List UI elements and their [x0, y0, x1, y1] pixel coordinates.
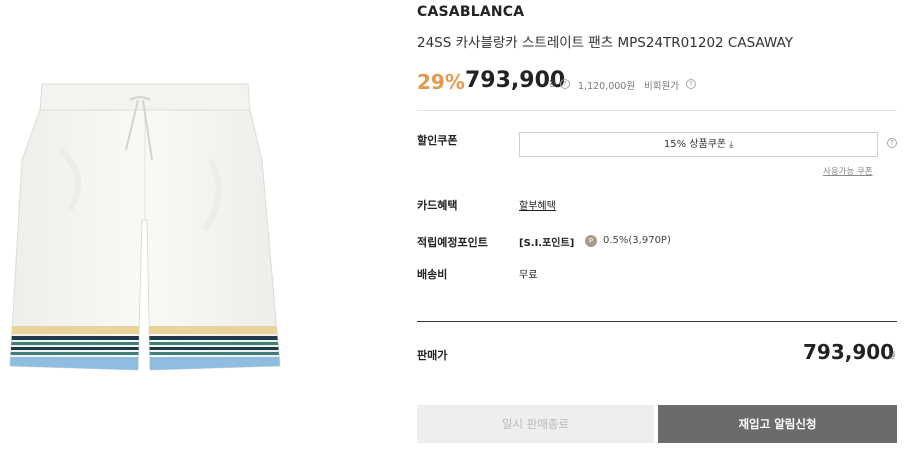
- available-coupons-link[interactable]: 사용가능 쿠폰: [823, 165, 873, 177]
- product-info: CASABLANCA 24SS 카사블랑카 스트레이트 팬츠 MPS24TR01…: [417, 0, 897, 451]
- coupon-label: 할인쿠폰: [417, 134, 458, 147]
- product-title: 24SS 카사블랑카 스트레이트 팬츠 MPS24TR01202 CASAWAY: [417, 35, 793, 51]
- currency-unit: 원: [549, 79, 557, 88]
- shipping-value: 무료: [519, 270, 538, 281]
- discount-rate: 29%: [417, 70, 465, 94]
- non-member-price-label: 비회원가: [644, 81, 679, 92]
- product-coupon-button[interactable]: 15% 상품쿠폰 ⤓: [519, 132, 878, 157]
- si-point-tag: [S.I.포인트]: [519, 238, 575, 249]
- non-member-help-icon[interactable]: ?: [686, 79, 696, 89]
- brand-name[interactable]: CASABLANCA: [417, 4, 524, 20]
- card-benefit-label: 카드혜택: [417, 199, 458, 212]
- divider: [417, 110, 897, 111]
- shipping-label: 배송비: [417, 268, 448, 281]
- original-price: 1,120,000원: [578, 81, 636, 92]
- installment-benefit-link[interactable]: 할부혜택: [519, 197, 556, 212]
- total-divider: [417, 321, 897, 322]
- price-help-icon[interactable]: ?: [560, 79, 570, 89]
- price-row: 29% 793,900 원 ? 1,120,000원 비회원가 ?: [417, 68, 897, 98]
- points-label: 적립예정포인트: [417, 236, 488, 249]
- shorts-illustration: [9, 83, 281, 371]
- sold-out-button: 일시 판매종료: [417, 405, 654, 443]
- point-rate: 0.5%(3,970P): [603, 235, 671, 246]
- product-image: [0, 0, 400, 451]
- coupon-button-label: 15% 상품쿠폰: [663, 139, 727, 150]
- coupon-help-icon[interactable]: ?: [887, 138, 897, 148]
- sale-price: 793,900: [803, 340, 895, 364]
- sale-currency-unit: 원: [888, 351, 896, 360]
- download-icon: ⤓: [729, 140, 734, 150]
- restock-alert-button[interactable]: 재입고 알림신청: [658, 405, 897, 443]
- point-coin-icon: P: [585, 235, 597, 247]
- sale-price-label: 판매가: [417, 349, 448, 362]
